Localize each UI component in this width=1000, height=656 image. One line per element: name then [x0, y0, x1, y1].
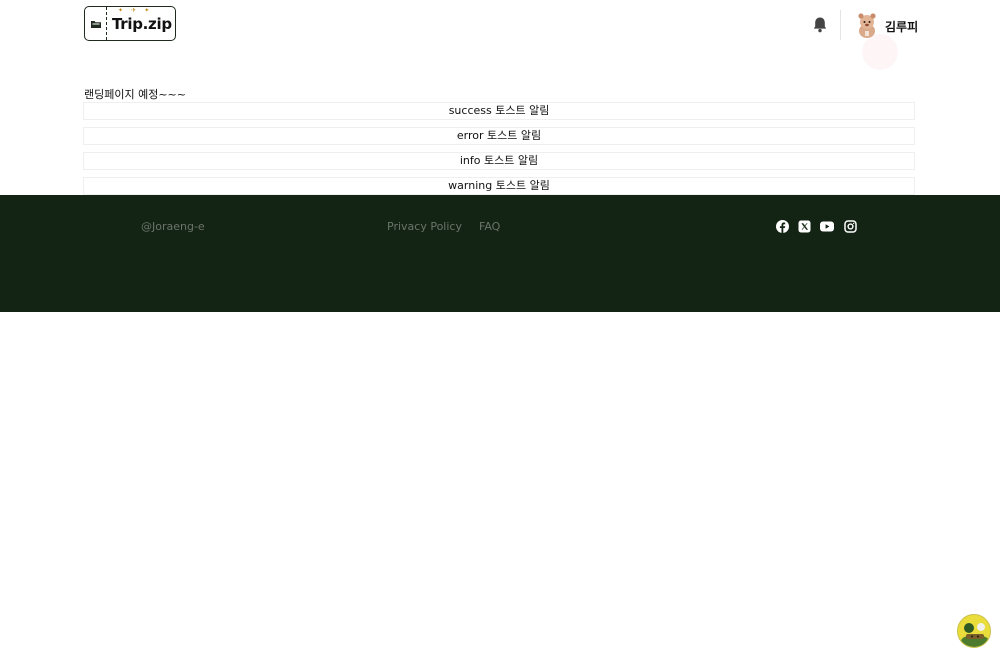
character-icon — [958, 615, 990, 647]
folder-icon — [85, 7, 107, 40]
bell-icon[interactable] — [812, 16, 828, 34]
header-divider — [840, 10, 841, 40]
info-toast-button[interactable]: info 토스트 알림 — [83, 152, 915, 170]
facebook-icon[interactable] — [775, 219, 789, 233]
error-toast-button[interactable]: error 토스트 알림 — [83, 127, 915, 145]
logo-text: ✦ ✈ ✦ Trip.zip — [107, 7, 172, 33]
site-header: ✦ ✈ ✦ Trip.zip 김루피 — [0, 0, 1000, 70]
x-icon[interactable] — [797, 219, 811, 233]
privacy-policy-link[interactable]: Privacy Policy — [387, 220, 462, 233]
site-footer: @Joraeng-e Privacy Policy FAQ — [0, 195, 1000, 312]
landing-placeholder-text: 랜딩페이지 예정~~~ — [84, 88, 186, 101]
floating-chat-button[interactable] — [957, 614, 991, 648]
logo-link[interactable]: ✦ ✈ ✦ Trip.zip — [84, 6, 176, 41]
instagram-icon[interactable] — [843, 219, 857, 233]
avatar-shadow — [862, 34, 898, 70]
user-name[interactable]: 김루피 — [885, 18, 918, 35]
logo-decoration-icon: ✦ ✈ ✦ — [118, 6, 153, 14]
avatar[interactable] — [854, 11, 880, 39]
youtube-icon[interactable] — [820, 219, 834, 233]
warning-toast-button[interactable]: warning 토스트 알림 — [83, 177, 915, 195]
faq-link[interactable]: FAQ — [479, 220, 500, 233]
footer-copyright: @Joraeng-e — [141, 220, 205, 233]
logo-label: Trip.zip — [112, 14, 172, 33]
success-toast-button[interactable]: success 토스트 알림 — [83, 102, 915, 120]
